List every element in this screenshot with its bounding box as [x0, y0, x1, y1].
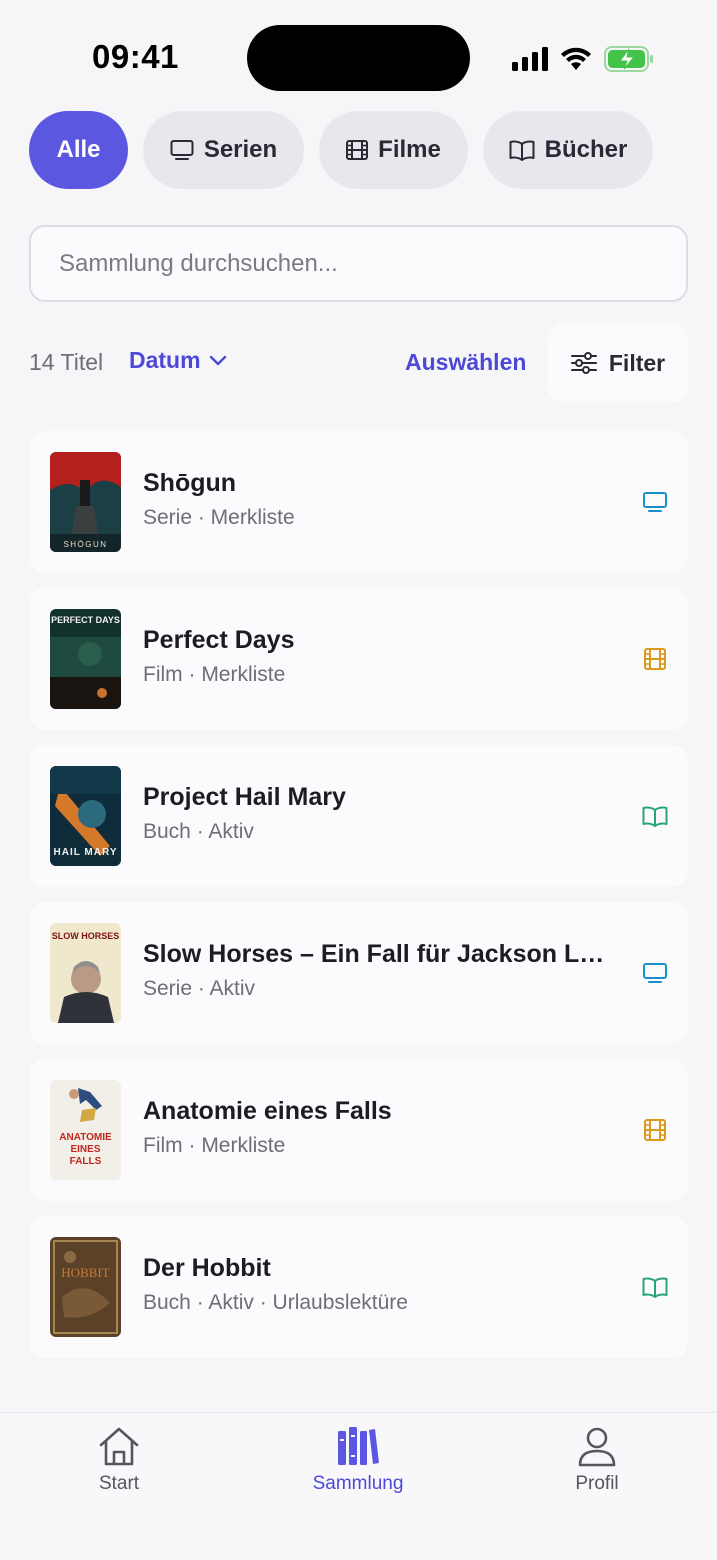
- sliders-icon: [570, 352, 597, 374]
- item-info: Anatomie eines Falls Film · Merkliste: [143, 1097, 613, 1158]
- chip-buecher[interactable]: Bücher: [483, 111, 653, 189]
- tab-profil[interactable]: Profil: [527, 1425, 667, 1495]
- cover-title: ANATOMIE EINES FALLS: [59, 1132, 112, 1167]
- cover-image: PERFECT DAYS: [50, 609, 121, 709]
- wifi-icon: [561, 47, 591, 70]
- home-icon: [99, 1427, 139, 1466]
- bottom-tab-bar: Start Sammlung Profil: [0, 1412, 717, 1560]
- item-meta: Buch · Aktiv · Urlaubslektüre: [143, 1291, 408, 1314]
- status-time: 09:41: [92, 38, 179, 75]
- chip-label: Serien: [203, 136, 278, 163]
- tab-sammlung[interactable]: Sammlung: [288, 1425, 428, 1495]
- film-icon: [644, 1119, 666, 1141]
- list-item[interactable]: ANATOMIE EINES FALLS Anatomie eines Fall…: [29, 1059, 688, 1201]
- item-info: Perfect Days Film · Merkliste: [143, 626, 613, 687]
- item-title: Der Hobbit: [143, 1254, 271, 1282]
- list-item[interactable]: HAIL MARY Project Hail Mary Buch · Aktiv: [29, 745, 688, 887]
- collection-list: SHŌGUN Shōgun Serie · Merkliste PERFECT …: [29, 431, 688, 1373]
- item-title: Perfect Days: [143, 626, 295, 654]
- cover-title: HAIL MARY: [53, 847, 118, 858]
- chip-label: Alle: [56, 136, 101, 163]
- chip-serien[interactable]: Serien: [143, 111, 304, 189]
- item-meta: Buch · Aktiv: [143, 820, 254, 843]
- list-item[interactable]: PERFECT DAYS Perfect Days Film · Merklis…: [29, 588, 688, 730]
- list-item[interactable]: SLOW HORSES Slow Horses – Ein Fall für J…: [29, 902, 688, 1044]
- tv-icon: [643, 963, 667, 983]
- dynamic-island: [247, 25, 470, 91]
- item-title: Project Hail Mary: [143, 783, 346, 811]
- list-item[interactable]: HOBBIT Der Hobbit Buch · Aktiv · Urlaubs…: [29, 1216, 688, 1358]
- cover-image: HAIL MARY: [50, 766, 121, 866]
- title-count: 14 Titel: [29, 349, 104, 375]
- cover-image: HOBBIT: [50, 1237, 121, 1337]
- sort-label: Datum: [129, 347, 201, 373]
- search-box: [29, 225, 688, 302]
- book-icon: [642, 1277, 668, 1298]
- film-icon: [644, 648, 666, 670]
- cover-image: SLOW HORSES: [50, 923, 121, 1023]
- cover-image: ANATOMIE EINES FALLS: [50, 1080, 121, 1180]
- cover-title: HOBBIT: [61, 1265, 110, 1280]
- film-icon: [346, 140, 369, 160]
- cover-image: SHŌGUN: [50, 452, 121, 552]
- cellular-signal-icon: [512, 47, 548, 71]
- item-title: Anatomie eines Falls: [143, 1097, 392, 1125]
- status-bar: 09:41: [0, 0, 717, 110]
- chevron-down-icon: [209, 355, 226, 365]
- item-meta: Film · Merkliste: [143, 663, 286, 686]
- tv-icon: [643, 492, 667, 512]
- category-filter-chips: Alle Serien Filme Bücher: [29, 111, 653, 189]
- chip-filme[interactable]: Filme: [319, 111, 468, 189]
- item-info: Shōgun Serie · Merkliste: [143, 469, 613, 530]
- tab-label: Profil: [575, 1473, 619, 1494]
- list-item[interactable]: SHŌGUN Shōgun Serie · Merkliste: [29, 431, 688, 573]
- tv-icon: [170, 140, 194, 160]
- item-meta: Film · Merkliste: [143, 1134, 286, 1157]
- book-icon: [509, 140, 535, 161]
- tab-label: Sammlung: [312, 1473, 404, 1494]
- status-icons: [512, 42, 654, 76]
- select-button[interactable]: Auswählen: [405, 349, 526, 376]
- item-meta: Serie · Merkliste: [143, 506, 295, 529]
- battery-charging-icon: [604, 46, 653, 72]
- item-title: Shōgun: [143, 469, 237, 497]
- tab-label: Start: [98, 1473, 140, 1494]
- item-info: Der Hobbit Buch · Aktiv · Urlaubslektüre: [143, 1254, 613, 1315]
- item-info: Project Hail Mary Buch · Aktiv: [143, 783, 613, 844]
- filter-label: Filter: [608, 349, 666, 376]
- profile-icon: [578, 1427, 616, 1467]
- tab-start[interactable]: Start: [49, 1425, 189, 1495]
- chip-label: Bücher: [544, 136, 628, 163]
- filter-button[interactable]: Filter: [548, 323, 688, 403]
- library-icon: [338, 1427, 379, 1465]
- chip-label: Filme: [378, 136, 441, 163]
- item-meta: Serie · Aktiv: [143, 977, 256, 1000]
- list-toolbar: 14 Titel Datum Auswählen Filter: [29, 323, 688, 403]
- chip-alle[interactable]: Alle: [29, 111, 128, 189]
- cover-title: SLOW HORSES: [51, 931, 120, 941]
- item-info: Slow Horses – Ein Fall für Jackson La...…: [143, 940, 613, 1001]
- item-title: Slow Horses – Ein Fall für Jackson La...: [143, 940, 613, 968]
- cover-title: PERFECT DAYS: [51, 615, 120, 625]
- sort-dropdown[interactable]: Datum: [129, 347, 227, 374]
- book-icon: [642, 806, 668, 827]
- search-input[interactable]: [59, 249, 658, 278]
- cover-title: SHŌGUN: [63, 540, 108, 549]
